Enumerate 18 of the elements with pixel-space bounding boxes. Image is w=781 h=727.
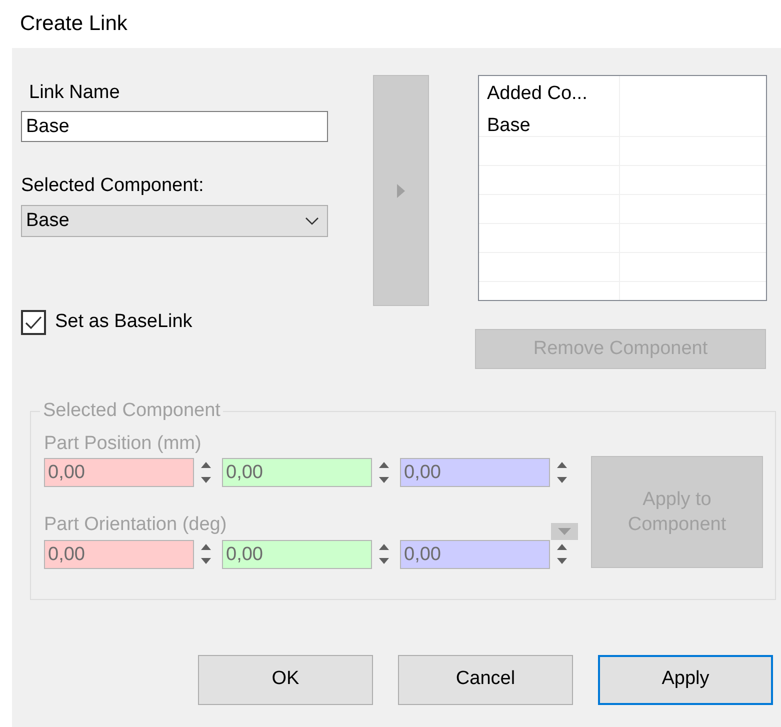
field-label: Part Orientation (deg) xyxy=(44,513,227,537)
field-label: Part Position (mm) xyxy=(44,432,202,456)
group-title: Selected Component xyxy=(42,399,222,423)
window-title: Create Link xyxy=(19,11,128,37)
component-dropdown[interactable]: Base xyxy=(21,205,328,237)
link-name-field[interactable]: Base xyxy=(21,111,328,142)
table-cell[interactable]: Base xyxy=(479,108,620,136)
dialog-button[interactable]: Apply xyxy=(598,654,773,704)
dialog-button[interactable]: OK xyxy=(198,654,373,704)
column-header[interactable]: Added Co... xyxy=(479,76,620,108)
baselink-label: Set as BaseLink xyxy=(55,310,192,334)
selected-component-label: Selected Component: xyxy=(21,174,205,197)
chevron-down-icon xyxy=(305,217,319,225)
link-name-label: Link Name xyxy=(29,81,121,104)
right-arrow-icon xyxy=(397,184,405,198)
baselink-checkbox[interactable] xyxy=(21,310,46,335)
checkmark-icon xyxy=(25,316,42,330)
dialog-button[interactable]: Cancel xyxy=(398,654,573,704)
